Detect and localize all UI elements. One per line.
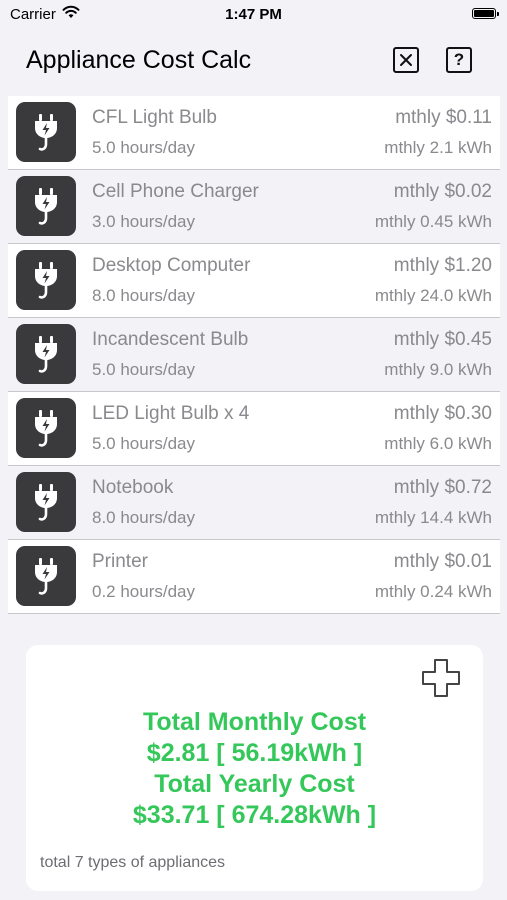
plug-icon — [16, 398, 76, 458]
appliance-row[interactable]: LED Light Bulb x 4 5.0 hours/day mthly $… — [8, 392, 500, 466]
yearly-cost-label: Total Yearly Cost — [154, 770, 355, 798]
status-bar: Carrier 1:47 PM — [0, 0, 507, 28]
appliance-monthly-kwh: mthly 6.0 kWh — [384, 434, 492, 453]
plug-icon — [16, 176, 76, 236]
close-icon — [400, 54, 412, 66]
appliance-monthly-cost: mthly $0.01 — [393, 551, 492, 572]
appliance-monthly-kwh: mthly 0.45 kWh — [374, 212, 492, 231]
appliance-row[interactable]: CFL Light Bulb 5.0 hours/day mthly $0.11… — [8, 96, 500, 170]
navigation-bar: Appliance Cost Calc ? — [0, 28, 507, 94]
page-title: Appliance Cost Calc — [26, 46, 252, 74]
appliance-monthly-kwh: mthly 14.4 kWh — [374, 508, 492, 527]
appliance-name: Incandescent Bulb — [92, 329, 249, 350]
appliance-count: total 7 types of appliances — [40, 854, 226, 871]
appliance-row[interactable]: Desktop Computer 8.0 hours/day mthly $1.… — [8, 244, 500, 318]
appliance-monthly-cost: mthly $0.02 — [393, 181, 492, 202]
appliance-hours: 5.0 hours/day — [92, 434, 196, 453]
yearly-cost-value: $33.71 [ 674.28kWh ] — [132, 801, 377, 829]
plug-icon — [16, 546, 76, 606]
appliance-monthly-kwh: mthly 2.1 kWh — [384, 138, 492, 157]
appliance-name: Cell Phone Charger — [92, 181, 259, 202]
help-icon: ? — [453, 50, 465, 69]
appliance-name: Printer — [92, 551, 148, 572]
plug-icon — [16, 472, 76, 532]
appliance-name: LED Light Bulb x 4 — [92, 403, 250, 424]
plug-icon — [16, 102, 76, 162]
add-appliance-button[interactable] — [420, 657, 462, 699]
appliance-name: Notebook — [92, 477, 174, 498]
appliance-monthly-cost: mthly $0.45 — [393, 329, 492, 350]
summary-card: Total Monthly Cost $2.81 [ 56.19kWh ] To… — [26, 645, 483, 891]
appliance-hours: 3.0 hours/day — [92, 212, 196, 231]
appliance-monthly-kwh: mthly 24.0 kWh — [374, 286, 492, 305]
status-time: 1:47 PM — [225, 6, 282, 23]
plug-icon — [16, 250, 76, 310]
appliance-hours: 0.2 hours/day — [92, 582, 196, 601]
appliance-hours: 5.0 hours/day — [92, 138, 196, 157]
appliance-row[interactable]: Incandescent Bulb 5.0 hours/day mthly $0… — [8, 318, 500, 392]
close-button[interactable] — [393, 47, 419, 73]
appliance-hours: 8.0 hours/day — [92, 286, 196, 305]
appliance-monthly-cost: mthly $1.20 — [393, 255, 492, 276]
plug-icon — [16, 324, 76, 384]
appliance-list: CFL Light Bulb 5.0 hours/day mthly $0.11… — [8, 96, 500, 614]
appliance-monthly-kwh: mthly 9.0 kWh — [384, 360, 492, 379]
battery-icon — [472, 8, 499, 19]
monthly-cost-value: $2.81 [ 56.19kWh ] — [146, 739, 363, 767]
appliance-name: CFL Light Bulb — [92, 107, 217, 128]
appliance-monthly-cost: mthly $0.72 — [393, 477, 492, 498]
appliance-row[interactable]: Printer 0.2 hours/day mthly $0.01 mthly … — [8, 540, 500, 614]
appliance-monthly-cost: mthly $0.11 — [395, 107, 492, 128]
appliance-monthly-cost: mthly $0.30 — [393, 403, 492, 424]
help-button[interactable]: ? — [446, 47, 472, 73]
appliance-row[interactable]: Cell Phone Charger 3.0 hours/day mthly $… — [8, 170, 500, 244]
appliance-row[interactable]: Notebook 8.0 hours/day mthly $0.72 mthly… — [8, 466, 500, 540]
totals-block: Total Monthly Cost $2.81 [ 56.19kWh ] To… — [26, 707, 483, 831]
appliance-name: Desktop Computer — [92, 255, 251, 276]
appliance-hours: 8.0 hours/day — [92, 508, 196, 527]
appliance-monthly-kwh: mthly 0.24 kWh — [374, 582, 492, 601]
monthly-cost-label: Total Monthly Cost — [142, 708, 367, 736]
appliance-hours: 5.0 hours/day — [92, 360, 196, 379]
